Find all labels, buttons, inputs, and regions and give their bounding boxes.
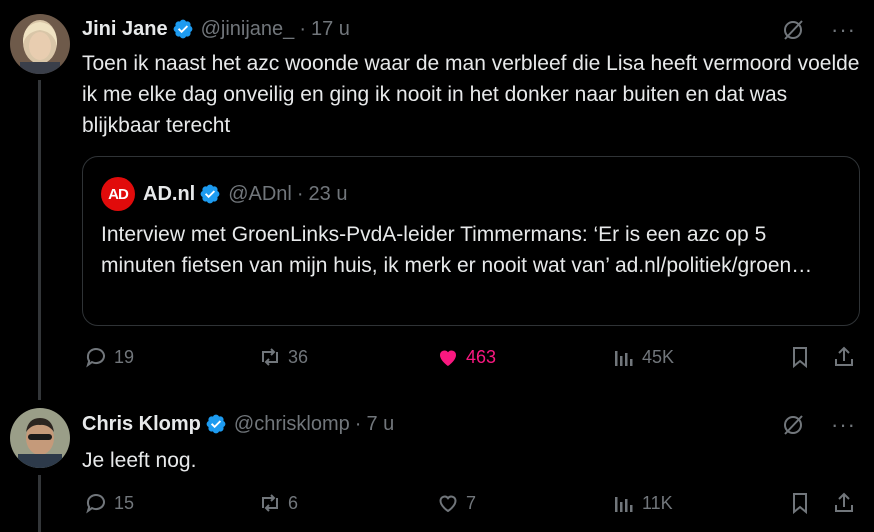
share-icon (835, 492, 853, 512)
tweet-text: Je leeft nog. (82, 449, 197, 472)
like-button[interactable]: 463 (436, 345, 496, 369)
share-button[interactable] (832, 491, 856, 515)
heart-outline-icon (439, 495, 457, 513)
grok-icon[interactable] (781, 413, 805, 437)
repost-icon (262, 494, 278, 512)
share-button[interactable] (832, 345, 856, 369)
reply-icon (86, 494, 105, 514)
avatar[interactable] (10, 14, 70, 74)
like-count: 7 (466, 492, 477, 513)
repost-count: 6 (288, 492, 299, 513)
quote-author-name[interactable]: AD.nl (143, 183, 195, 206)
separator: · (299, 17, 306, 40)
ad-logo[interactable]: AD (101, 177, 135, 211)
reply-icon (86, 348, 105, 368)
reply-button[interactable]: 15 (84, 491, 134, 515)
bookmark-icon (793, 347, 807, 369)
separator: · (296, 182, 304, 205)
verified-badge-icon (206, 414, 226, 434)
author-name[interactable]: Chris Klomp (82, 413, 201, 436)
like-button[interactable]: 7 (436, 491, 476, 515)
verified-badge-icon (200, 184, 220, 204)
verified-badge-icon (173, 19, 193, 39)
bookmark-button[interactable] (788, 345, 812, 369)
quote-timestamp[interactable]: 23 u (309, 183, 348, 206)
tweet-top-actions: ··· (781, 413, 856, 437)
tweet[interactable]: Chris Klomp @chrisklomp · 7 u ··· Je lee… (0, 395, 874, 532)
bookmark-icon (793, 493, 807, 515)
author-handle[interactable]: @chrisklomp (234, 413, 350, 436)
quote-header: AD AD.nl @ADnl · 23 u (101, 177, 348, 211)
more-options-icon[interactable]: ··· (831, 19, 856, 41)
repost-button[interactable]: 6 (258, 491, 298, 515)
author-handle[interactable]: @jinijane_ (201, 18, 295, 41)
tweet[interactable]: Jini Jane @jinijane_ · 17 u ··· Toen ik … (0, 0, 874, 400)
share-icon (835, 346, 853, 366)
tweet-actions: 19 36 463 45K (82, 345, 862, 373)
repost-icon (262, 348, 278, 366)
views-icon (615, 351, 633, 366)
grok-icon[interactable] (781, 18, 805, 42)
tweet-text: Toen ik naast het azc woonde waar de man… (82, 52, 860, 137)
views-button[interactable]: 45K (612, 345, 674, 369)
reply-count: 15 (114, 492, 135, 513)
quote-text: Interview met GroenLinks-PvdA-leider Tim… (101, 223, 813, 277)
timestamp[interactable]: 17 u (311, 18, 350, 41)
view-count: 11K (642, 492, 673, 513)
author-name[interactable]: Jini Jane (82, 18, 168, 41)
view-count: 45K (642, 346, 675, 367)
bookmark-button[interactable] (788, 491, 812, 515)
avatar[interactable] (10, 408, 70, 468)
quoted-tweet[interactable]: AD AD.nl @ADnl · 23 u Interview met Groe… (82, 156, 860, 326)
quote-author-handle[interactable]: @ADnl (228, 183, 292, 206)
timestamp[interactable]: 7 u (366, 413, 394, 436)
tweet-header: Chris Klomp @chrisklomp · 7 u (82, 412, 394, 436)
heart-filled-icon (440, 350, 456, 366)
repost-button[interactable]: 36 (258, 345, 308, 369)
reply-button[interactable]: 19 (84, 345, 134, 369)
views-icon (615, 497, 633, 512)
views-button[interactable]: 11K (612, 491, 673, 515)
tweet-actions: 15 6 7 11K (82, 491, 862, 519)
tweet-header: Jini Jane @jinijane_ · 17 u (82, 17, 350, 41)
repost-count: 36 (288, 346, 309, 367)
more-options-icon[interactable]: ··· (831, 414, 856, 436)
separator: · (354, 412, 362, 435)
tweet-top-actions: ··· (781, 18, 856, 42)
thread-line (38, 80, 41, 400)
like-count: 463 (466, 346, 497, 367)
thread-line (38, 475, 41, 532)
reply-count: 19 (114, 346, 135, 367)
